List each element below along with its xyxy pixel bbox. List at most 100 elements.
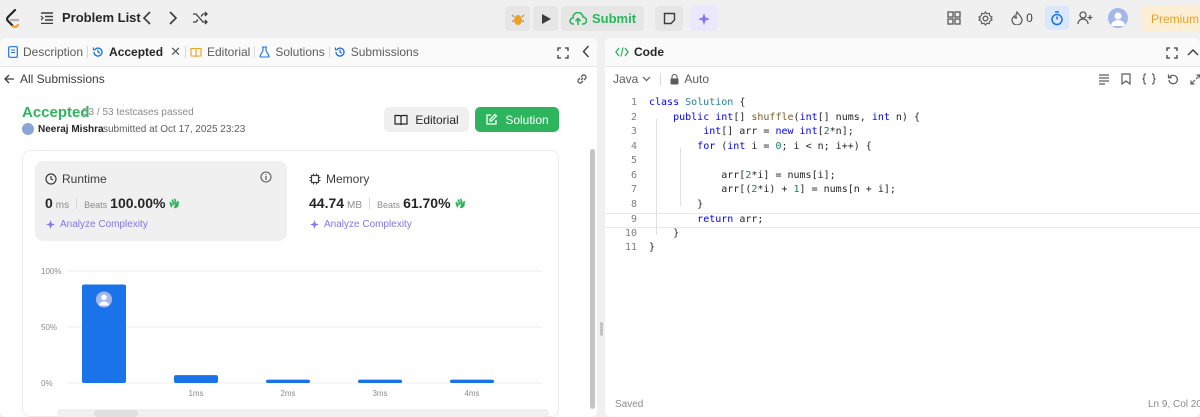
problem-list-title[interactable]: Problem List xyxy=(62,10,141,25)
layout-button[interactable] xyxy=(946,8,962,28)
editor-actions xyxy=(1098,73,1200,85)
stopwatch-icon xyxy=(1051,10,1063,25)
chart-scrollbar-thumb[interactable] xyxy=(94,410,138,417)
code-editor-panel: Code Java Auto 1 class Solution {2 public… xyxy=(605,38,1200,417)
line-number: 7 xyxy=(630,184,637,195)
timer-button[interactable] xyxy=(1045,6,1069,30)
code-line[interactable]: 3 int[] arr = new int[2*n]; xyxy=(605,126,1200,141)
tab-description[interactable]: Description xyxy=(4,38,87,67)
memory-analyze-complexity[interactable]: Analyze Complexity xyxy=(309,219,412,230)
editor-tab-bar: Code xyxy=(605,38,1200,67)
tab-accepted[interactable]: Accepted ✕ xyxy=(88,38,185,67)
autosave-indicator[interactable]: Auto xyxy=(670,72,709,86)
link-icon xyxy=(577,74,587,84)
chart-bar-4ms[interactable] xyxy=(450,379,494,383)
fullscreen-icon[interactable] xyxy=(1190,73,1200,85)
share-link-button[interactable] xyxy=(575,72,589,89)
testcases-passed: 53 / 53 testcases passed xyxy=(83,107,194,118)
history-icon xyxy=(92,47,103,57)
invite-user-button[interactable] xyxy=(1076,8,1094,28)
line-number: 4 xyxy=(630,140,637,152)
language-select[interactable]: Java xyxy=(613,72,651,86)
line-number: 8 xyxy=(630,198,637,210)
editor-collapse-button[interactable] xyxy=(1187,46,1199,64)
line-number: 5 xyxy=(630,155,637,166)
user-avatar[interactable] xyxy=(1108,8,1128,28)
all-submissions-link[interactable]: All Submissions xyxy=(4,72,105,86)
format-code-icon[interactable] xyxy=(1098,73,1110,85)
submit-button[interactable]: Submit xyxy=(561,6,645,31)
editor-maximize-button[interactable] xyxy=(1166,46,1178,64)
chevron-left-icon xyxy=(142,11,151,25)
chevron-left-icon xyxy=(582,45,590,58)
autosave-label: Auto xyxy=(684,72,710,86)
memory-box[interactable]: Memory 44.74 MB Beats 61.70% Analyze Com… xyxy=(299,161,551,241)
submitter-avatar[interactable] xyxy=(22,123,34,135)
code-line[interactable]: 10 } xyxy=(605,228,1200,243)
submitter-name[interactable]: Neeraj Mishra xyxy=(38,124,104,135)
tab-solutions-label: Solutions xyxy=(275,45,325,59)
vertical-scrollbar[interactable] xyxy=(590,149,595,409)
divider xyxy=(76,197,78,209)
debug-button[interactable] xyxy=(505,6,530,31)
solution-button[interactable]: Solution xyxy=(475,107,559,132)
premium-button[interactable]: Premium xyxy=(1141,6,1200,31)
code-line[interactable]: 1 class Solution { xyxy=(605,97,1200,112)
maximize-panel-button[interactable] xyxy=(557,46,569,64)
tab-editorial[interactable]: Editorial xyxy=(186,38,254,67)
divider xyxy=(369,197,371,209)
code-line[interactable]: 2 public int[] shuffle(int[] nums, int n… xyxy=(605,112,1200,127)
chart-bar-1ms[interactable] xyxy=(174,375,218,383)
clap-icon xyxy=(455,198,465,209)
code-line[interactable]: 8 } xyxy=(605,199,1200,214)
runtime-beats-percent: 100.00% xyxy=(110,195,166,211)
submit-label: Submit xyxy=(592,11,637,26)
runtime-value: 0 xyxy=(45,195,53,211)
runtime-value-row: 0 ms Beats 100.00% xyxy=(45,195,182,211)
code-brackets-icon xyxy=(615,47,629,57)
runtime-distribution-chart: 100% 50% 0% 1ms 2ms 3ms 4ms xyxy=(41,267,543,398)
code-line[interactable]: 9 return arr; xyxy=(605,213,1200,228)
notes-button[interactable] xyxy=(655,6,684,31)
panel-resize-handle[interactable] xyxy=(600,322,603,336)
problem-list-icon[interactable] xyxy=(40,11,54,25)
leetcode-logo-icon[interactable] xyxy=(4,8,22,30)
settings-button[interactable] xyxy=(977,8,993,28)
streak-counter[interactable]: 0 xyxy=(1009,8,1035,28)
code-line[interactable]: 7 arr[(2*i) + 1] = nums[n + i]; xyxy=(605,184,1200,199)
code-line[interactable]: 11} xyxy=(605,242,1200,257)
chart-x-tick-label: 1ms xyxy=(188,389,203,398)
close-tab-icon[interactable]: ✕ xyxy=(170,44,181,60)
next-problem-button[interactable] xyxy=(163,9,183,27)
flask-icon xyxy=(259,46,270,58)
reset-icon[interactable] xyxy=(1167,73,1179,85)
runtime-analyze-label: Analyze Complexity xyxy=(60,219,148,230)
chart-bar-3ms[interactable] xyxy=(358,379,402,383)
curly-braces-icon[interactable] xyxy=(1142,73,1156,85)
chart-bar-2ms[interactable] xyxy=(266,379,310,383)
play-icon xyxy=(541,13,551,24)
editorial-button[interactable]: Editorial xyxy=(384,107,469,132)
code-line[interactable]: 6 arr[2*i] = nums[i]; xyxy=(605,170,1200,185)
chart-y-tick-label: 0% xyxy=(41,379,53,388)
code-editor[interactable]: 1 class Solution {2 public int[] shuffle(… xyxy=(605,97,1200,257)
chart-x-tick-label: 3ms xyxy=(372,389,387,398)
prev-problem-button[interactable] xyxy=(137,9,157,27)
tab-code[interactable]: Code xyxy=(611,38,668,67)
runtime-analyze-complexity[interactable]: Analyze Complexity xyxy=(45,219,148,230)
ai-assistant-button[interactable] xyxy=(690,6,719,31)
expand-icon xyxy=(557,47,569,59)
tab-submissions[interactable]: Submissions xyxy=(330,38,423,67)
code-line[interactable]: 5 xyxy=(605,155,1200,170)
memory-analyze-label: Analyze Complexity xyxy=(324,219,412,230)
bookmark-icon[interactable] xyxy=(1121,73,1131,85)
collapse-panel-button[interactable] xyxy=(582,45,590,63)
runtime-box[interactable]: Runtime 0 ms Beats 100.00% Analyze Compl… xyxy=(35,161,287,241)
random-problem-button[interactable] xyxy=(190,9,210,27)
run-button[interactable] xyxy=(533,6,558,31)
code-line[interactable]: 4 for (int i = 0; i < n; i++) { xyxy=(605,141,1200,156)
all-submissions-label: All Submissions xyxy=(20,72,105,86)
document-icon xyxy=(8,46,18,58)
tab-solutions[interactable]: Solutions xyxy=(255,38,328,67)
runtime-info-button[interactable] xyxy=(260,170,272,188)
